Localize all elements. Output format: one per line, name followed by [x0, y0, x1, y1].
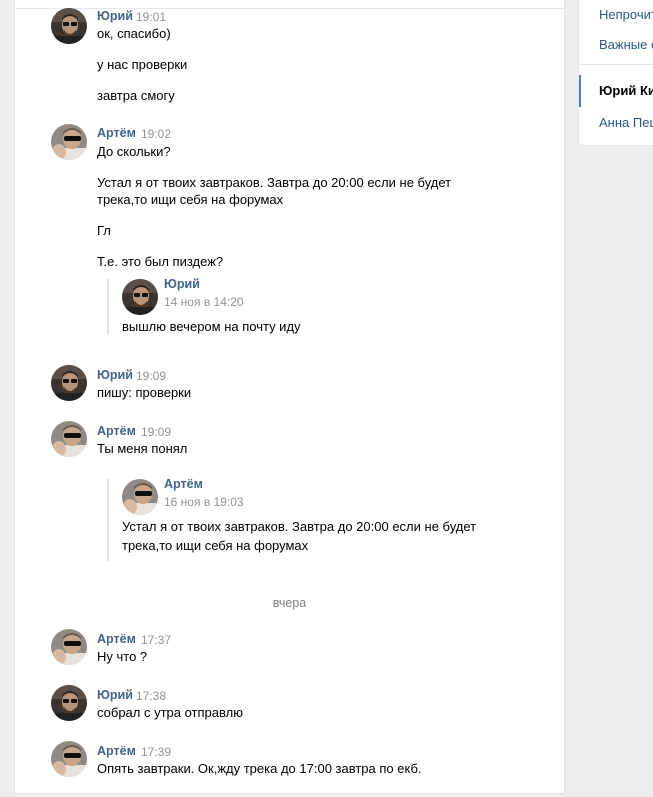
message-text: у нас проверки: [97, 57, 188, 72]
message-text: Гл: [97, 223, 111, 238]
message-text: Ты меня понял: [97, 441, 188, 456]
filter-unread[interactable]: Непрочит: [599, 7, 653, 22]
author-name[interactable]: Юрий: [97, 368, 133, 382]
date-separator: вчера: [272, 596, 307, 610]
dialog-yuri[interactable]: Юрий Ки: [599, 83, 653, 98]
message-text: Устал я от твоих завтраков. Завтра до 20…: [97, 175, 452, 190]
forwarded-message: Артём 16 ноя в 19:03 Устал я от твоих за…: [107, 477, 509, 561]
forwarded-author[interactable]: Юрий: [164, 277, 200, 291]
forwarded-author[interactable]: Артём: [164, 477, 203, 491]
message-time[interactable]: 19:02: [141, 127, 171, 141]
avatar-yuri[interactable]: [51, 685, 87, 721]
message-time[interactable]: 17:37: [141, 633, 171, 647]
avatar-yuri[interactable]: [51, 365, 87, 401]
author-name[interactable]: Артём: [97, 424, 136, 438]
avatar-yuri[interactable]: [122, 279, 158, 315]
message-time[interactable]: 19:01: [136, 10, 166, 24]
message-time[interactable]: 17:38: [136, 689, 166, 703]
filter-important[interactable]: Важные с: [599, 37, 653, 52]
chat-history: Юрий 19:01 ок, спасибо) у нас проверки з…: [14, 0, 565, 794]
author-name[interactable]: Артём: [97, 744, 136, 758]
author-name[interactable]: Юрий: [97, 9, 133, 23]
message-text: Опять завтраки. Ок,жду трека до 17:00 за…: [97, 761, 422, 776]
message-text: собрал с утра отправлю: [97, 705, 243, 720]
forwarded-text: Устал я от твоих завтраков. Завтра до 20…: [122, 519, 477, 534]
author-name[interactable]: Артём: [97, 126, 136, 140]
forwarded-text: вышлю вечером на почту иду: [122, 319, 301, 334]
dialog-anna[interactable]: Анна Пец: [599, 115, 653, 130]
avatar-yuri[interactable]: [51, 8, 87, 44]
message-text: трека,то ищи себя на форумах: [97, 192, 284, 207]
message-text: пишу: проверки: [97, 385, 192, 400]
message-time[interactable]: 17:39: [141, 745, 171, 759]
author-name[interactable]: Юрий: [97, 688, 133, 702]
message-text: завтра смогу: [97, 88, 175, 103]
message-text: До скольки?: [97, 144, 171, 159]
panel-divider: [579, 64, 653, 65]
avatar-artem[interactable]: [51, 421, 87, 457]
message-text: Т.е. это был пиздеж?: [97, 254, 224, 269]
message-text: ок, спасибо): [97, 26, 171, 41]
avatar-artem[interactable]: [51, 124, 87, 160]
forwarded-text: трека,то ищи себя на форумах: [122, 538, 309, 553]
forwarded-message: Юрий 14 ноя в 14:20 вышлю вечером на поч…: [107, 277, 509, 335]
avatar-artem[interactable]: [51, 629, 87, 665]
message-time[interactable]: 19:09: [141, 425, 171, 439]
avatar-artem[interactable]: [51, 741, 87, 777]
message-time[interactable]: 19:09: [136, 369, 166, 383]
message-text: Ну что ?: [97, 649, 148, 664]
dialogs-filter-panel: Непрочит Важные с Юрий Ки Анна Пец: [578, 0, 653, 146]
active-indicator: [579, 75, 581, 107]
author-name[interactable]: Артём: [97, 632, 136, 646]
avatar-artem[interactable]: [122, 479, 158, 515]
forwarded-time[interactable]: 14 ноя в 14:20: [164, 295, 244, 309]
forwarded-time[interactable]: 16 ноя в 19:03: [164, 495, 244, 509]
